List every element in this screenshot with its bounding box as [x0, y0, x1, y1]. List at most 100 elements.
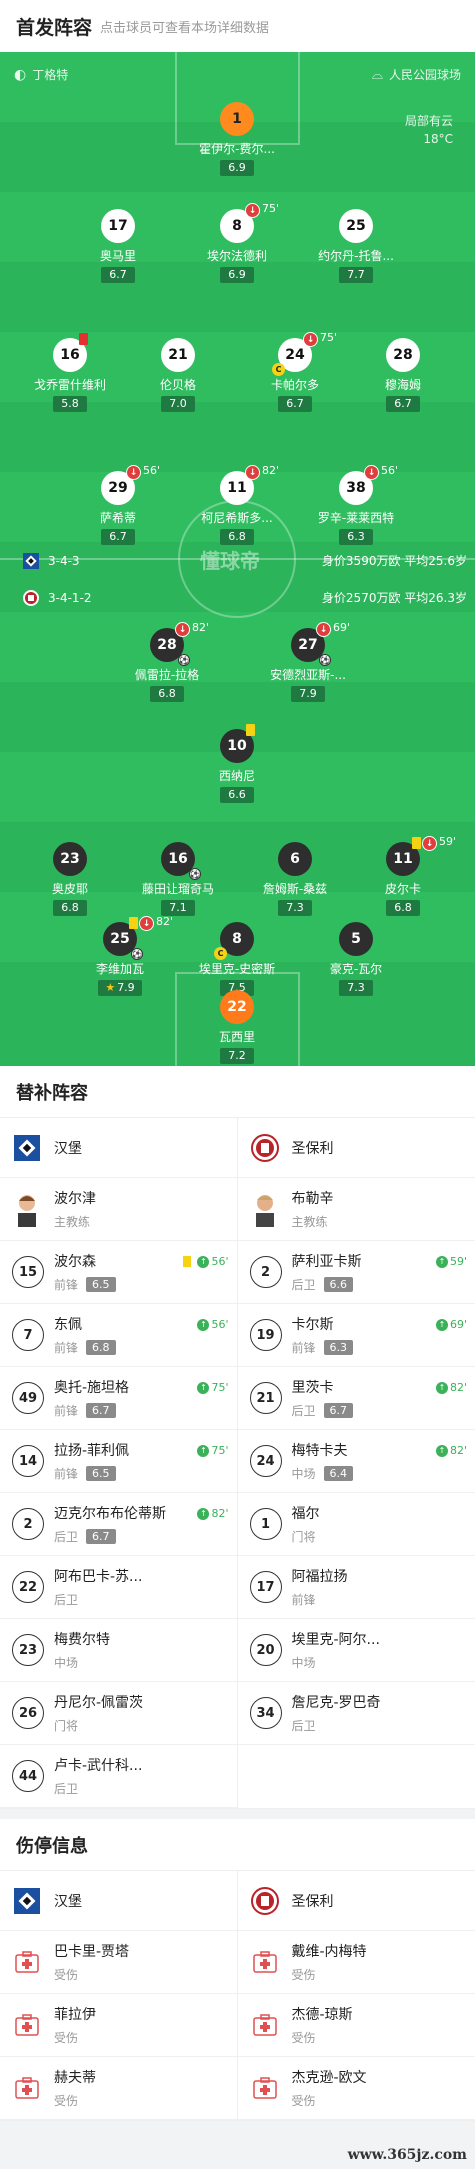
away-player[interactable]: 22 瓦西里 7.2 — [182, 990, 292, 1064]
home-player[interactable]: 29 ↓ 56' 萨希蒂 6.7 — [63, 464, 173, 545]
player-name: 杰克逊-欧文 — [291, 2070, 367, 2086]
away-player[interactable]: 25 ↓ 82' ⚽ 李维加瓦 ★ 7.9 — [65, 915, 175, 996]
sub-player-row[interactable]: 1 福尔 门将 — [237, 1493, 475, 1556]
away-player[interactable]: 8C 埃里克-史密斯 7.5 — [182, 922, 292, 996]
away-team-value: 身价2570万欧 平均26.3岁 — [321, 591, 467, 605]
sub-player-row[interactable]: 2 萨利亚卡斯 后卫 6.6 ↑ 59' — [237, 1241, 475, 1304]
player-rating: 6.6 — [323, 1277, 354, 1292]
sub-player-row[interactable]: 44 卢卡-武什科... 后卫 — [0, 1745, 237, 1808]
player-number: 20 — [249, 1634, 282, 1666]
medical-kit-icon — [15, 2077, 39, 2099]
injury-row[interactable]: 杰克逊-欧文 受伤 — [237, 2057, 475, 2120]
away-player[interactable]: 6 詹姆斯-桑兹 7.3 — [240, 842, 350, 916]
player-number: 25 — [339, 209, 373, 243]
player-name: 豪克-瓦尔 — [329, 962, 383, 976]
player-name: 瓦西里 — [218, 1030, 255, 1044]
player-rating: 6.7 — [86, 1529, 116, 1544]
sub-player-row[interactable]: 7 东佩 前锋 6.8 ↑ 56' — [0, 1304, 237, 1367]
sub-player-row[interactable]: 20 埃里克-阿尔... 中场 — [237, 1619, 475, 1682]
player-rating: 6.7 — [278, 396, 312, 412]
sub-player-row[interactable]: 14 拉扬-菲利佩 前锋 6.5 ↑ 75' — [0, 1430, 237, 1493]
home-player[interactable]: 17 奥马里 6.7 — [63, 209, 173, 283]
coach-name: 波尔津 — [54, 1191, 96, 1207]
player-number: 23 — [12, 1634, 44, 1666]
player-number: 22 — [220, 990, 254, 1024]
home-player[interactable]: 28 穆海姆 6.7 — [348, 338, 458, 412]
player-number: 8 — [232, 931, 242, 947]
player-number: 5 — [339, 922, 373, 956]
home-player[interactable]: 8 ↓ 75' 埃尔法德利 6.9 — [182, 202, 292, 283]
injury-row[interactable]: 戴维-内梅特 受伤 — [237, 1931, 475, 1994]
home-subs-column: 汉堡 波尔津 主教练 15 波尔森 前锋 6.5 ↑ 56' 7 东佩 前锋 6.8 ↑ 56… — [0, 1118, 238, 1808]
sub-player-row[interactable]: 23 梅费尔特 中场 — [0, 1619, 237, 1682]
captain-icon: C — [214, 947, 227, 960]
sub-player-row[interactable]: 15 波尔森 前锋 6.5 ↑ 56' — [0, 1241, 237, 1304]
home-player[interactable]: 11 ↓ 82' 柯尼希斯多... 6.8 — [182, 464, 292, 545]
player-name: 李维加瓦 — [95, 962, 144, 976]
player-number: 21 — [249, 1382, 282, 1414]
player-name: 詹尼克-罗巴奇 — [291, 1695, 381, 1711]
away-team-row: 圣保利 — [237, 1871, 475, 1931]
pitch-stripe — [0, 612, 475, 682]
away-formation: 3-4-1-2 — [48, 591, 92, 605]
player-name: 波尔森 — [54, 1254, 96, 1270]
player-number: 11 — [393, 851, 413, 867]
away-player[interactable]: 16 ⚽ 藤田让瑠奇马 7.1 — [123, 842, 233, 916]
hamburg-logo-icon — [14, 1134, 40, 1161]
home-player[interactable]: 24 ↓ 75' C 卡帕尔多 6.7 — [240, 331, 350, 412]
player-position: 后卫 — [54, 1593, 79, 1607]
coach-row[interactable]: 波尔津 主教练 — [0, 1178, 237, 1241]
coach-row[interactable]: 布勒辛 主教练 — [237, 1178, 475, 1241]
sub-minute: 56' — [381, 464, 399, 477]
sub-player-row[interactable]: 22 阿布巴卡-苏... 后卫 — [0, 1556, 237, 1619]
medical-kit-icon — [252, 2077, 277, 2099]
injury-status: 受伤 — [291, 1968, 316, 1982]
sub-player-row[interactable]: 49 奥托-施坦格 前锋 6.7 ↑ 75' — [0, 1367, 237, 1430]
sub-player-row[interactable]: 21 里茨卡 后卫 6.7 ↑ 82' — [237, 1367, 475, 1430]
away-player[interactable]: 23 奥皮耶 6.8 — [15, 842, 125, 916]
away-player[interactable]: 28 ↓ 82' ⚽ 佩雷拉-拉格 6.8 — [112, 621, 222, 702]
sub-in-icon: ↑ — [435, 1444, 448, 1457]
away-player[interactable]: 10 西纳尼 6.6 — [182, 724, 292, 803]
player-name: 詹姆斯-桑兹 — [262, 882, 328, 896]
sub-player-row[interactable]: 17 阿福拉扬 前锋 — [237, 1556, 475, 1619]
away-player[interactable]: 5 豪克-瓦尔 7.3 — [301, 922, 411, 996]
coach-role: 主教练 — [291, 1215, 328, 1229]
sub-player-row[interactable]: 34 詹尼克-罗巴奇 后卫 — [237, 1682, 475, 1745]
sub-player-row[interactable]: 2 迈克尔布布伦蒂斯 后卫 6.7 ↑ 82' — [0, 1493, 237, 1556]
goal-icon: ⚽ — [189, 868, 201, 880]
home-player[interactable]: 16 戈乔雷什维利 5.8 — [15, 333, 125, 412]
injury-row[interactable]: 菲拉伊 受伤 — [0, 1994, 237, 2057]
away-formation-row: 3-4-1-2 — [22, 589, 92, 607]
home-formation: 3-4-3 — [48, 554, 80, 568]
home-player[interactable]: 38 ↓ 56' 罗辛-莱莱西特 6.3 — [301, 464, 411, 545]
player-number: 17 — [101, 209, 135, 243]
player-number: 25 — [110, 931, 130, 947]
sub-player-row[interactable]: 26 丹尼尔-佩雷茨 门将 — [0, 1682, 237, 1745]
injury-row[interactable]: 杰德-琼斯 受伤 — [237, 1994, 475, 2057]
player-position: 前锋 — [54, 1467, 79, 1481]
referee-name: 丁格特 — [32, 68, 69, 82]
sub-out-icon: ↓ — [245, 465, 260, 480]
hamburg-logo-icon — [23, 553, 39, 569]
injury-row[interactable]: 巴卡里-贾塔 受伤 — [0, 1931, 237, 1994]
away-player[interactable]: 11 ↓ 59' 皮尔卡 6.8 — [348, 835, 458, 916]
injury-row[interactable]: 赫夫蒂 受伤 — [0, 2057, 237, 2120]
home-player[interactable]: 25 约尔丹-托鲁... 7.7 — [301, 209, 411, 283]
sub-minute: 82' — [449, 1381, 467, 1394]
substitutes-section: 替补阵容 汉堡 波尔津 主教练 15 波尔森 前锋 6.5 ↑ 56' 7 东佩 前锋 6.… — [0, 1066, 475, 1809]
player-number: 24 — [285, 347, 305, 363]
player-name: 赫夫蒂 — [54, 2070, 96, 2086]
home-player[interactable]: 21 伦贝格 7.0 — [123, 338, 233, 412]
injury-status: 受伤 — [291, 2094, 316, 2108]
player-name: 萨利亚卡斯 — [291, 1254, 362, 1270]
player-number: 26 — [12, 1697, 44, 1729]
medical-kit-icon — [15, 2014, 39, 2036]
home-player[interactable]: 1 霍伊尔-费尔... 6.9 — [182, 102, 292, 176]
player-position: 前锋 — [54, 1278, 79, 1292]
sub-player-row[interactable]: 19 卡尔斯 前锋 6.3 ↑ 69' — [237, 1304, 475, 1367]
player-name: 戈乔雷什维利 — [33, 378, 106, 392]
away-player[interactable]: 27 ↓ 69' ⚽ 安德烈亚斯-... 7.9 — [253, 621, 363, 702]
player-name: 伦贝格 — [159, 378, 196, 392]
sub-player-row[interactable]: 24 梅特卡夫 中场 6.4 ↑ 82' — [237, 1430, 475, 1493]
